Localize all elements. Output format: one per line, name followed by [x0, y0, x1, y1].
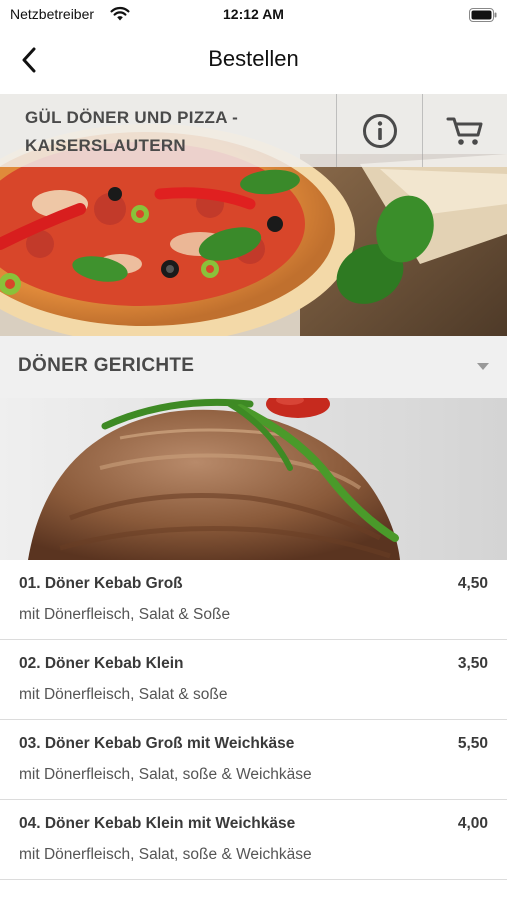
- menu-item-price: 4,50: [457, 575, 488, 592]
- menu-item-name: 01. Döner Kebab Groß: [19, 575, 183, 592]
- info-button[interactable]: [336, 94, 422, 167]
- menu-item-description: mit Dönerfleisch, Salat, soße & Weichkäs…: [19, 766, 312, 783]
- restaurant-hero: GÜL DÖNER UND PIZZA - KAISERSLAUTERN: [0, 94, 507, 336]
- doner-meat-image: [0, 398, 507, 560]
- chevron-down-icon: [477, 363, 489, 370]
- menu-item-price: 4,00: [457, 815, 488, 832]
- menu-item[interactable]: 02. Döner Kebab Klein 3,50 mit Dönerflei…: [0, 640, 507, 720]
- category-header[interactable]: DÖNER GERICHTE: [0, 336, 507, 398]
- cart-button[interactable]: [422, 94, 507, 167]
- clock: 12:12 AM: [223, 6, 284, 22]
- menu-item-name: 02. Döner Kebab Klein: [19, 655, 184, 672]
- page-title: Bestellen: [208, 46, 299, 71]
- cart-icon: [446, 117, 483, 145]
- nav-bar: Bestellen: [0, 30, 507, 94]
- menu-item[interactable]: 03. Döner Kebab Groß mit Weichkäse 5,50 …: [0, 720, 507, 800]
- category-image: [0, 398, 507, 560]
- status-bar: Netzbetreiber 12:12 AM: [0, 0, 507, 30]
- menu-list: 01. Döner Kebab Groß 4,50 mit Dönerfleis…: [0, 560, 507, 880]
- info-icon: [362, 113, 397, 148]
- category-title: DÖNER GERICHTE: [18, 355, 195, 376]
- menu-item-name: 04. Döner Kebab Klein mit Weichkäse: [19, 815, 296, 832]
- battery-icon: [469, 8, 497, 22]
- menu-item-name: 03. Döner Kebab Groß mit Weichkäse: [19, 735, 295, 752]
- menu-item-description: mit Dönerfleisch, Salat & Soße: [19, 606, 231, 623]
- menu-item[interactable]: 04. Döner Kebab Klein mit Weichkäse 4,00…: [0, 800, 507, 880]
- menu-item-price: 3,50: [457, 655, 488, 672]
- restaurant-header-bar: GÜL DÖNER UND PIZZA - KAISERSLAUTERN: [0, 94, 507, 167]
- menu-item-price: 5,50: [457, 735, 488, 752]
- menu-item-description: mit Dönerfleisch, Salat, soße & Weichkäs…: [19, 846, 312, 863]
- menu-item[interactable]: 01. Döner Kebab Groß 4,50 mit Dönerfleis…: [0, 560, 507, 640]
- menu-item-description: mit Dönerfleisch, Salat & soße: [19, 686, 228, 703]
- restaurant-name: GÜL DÖNER UND PIZZA - KAISERSLAUTERN: [25, 108, 239, 155]
